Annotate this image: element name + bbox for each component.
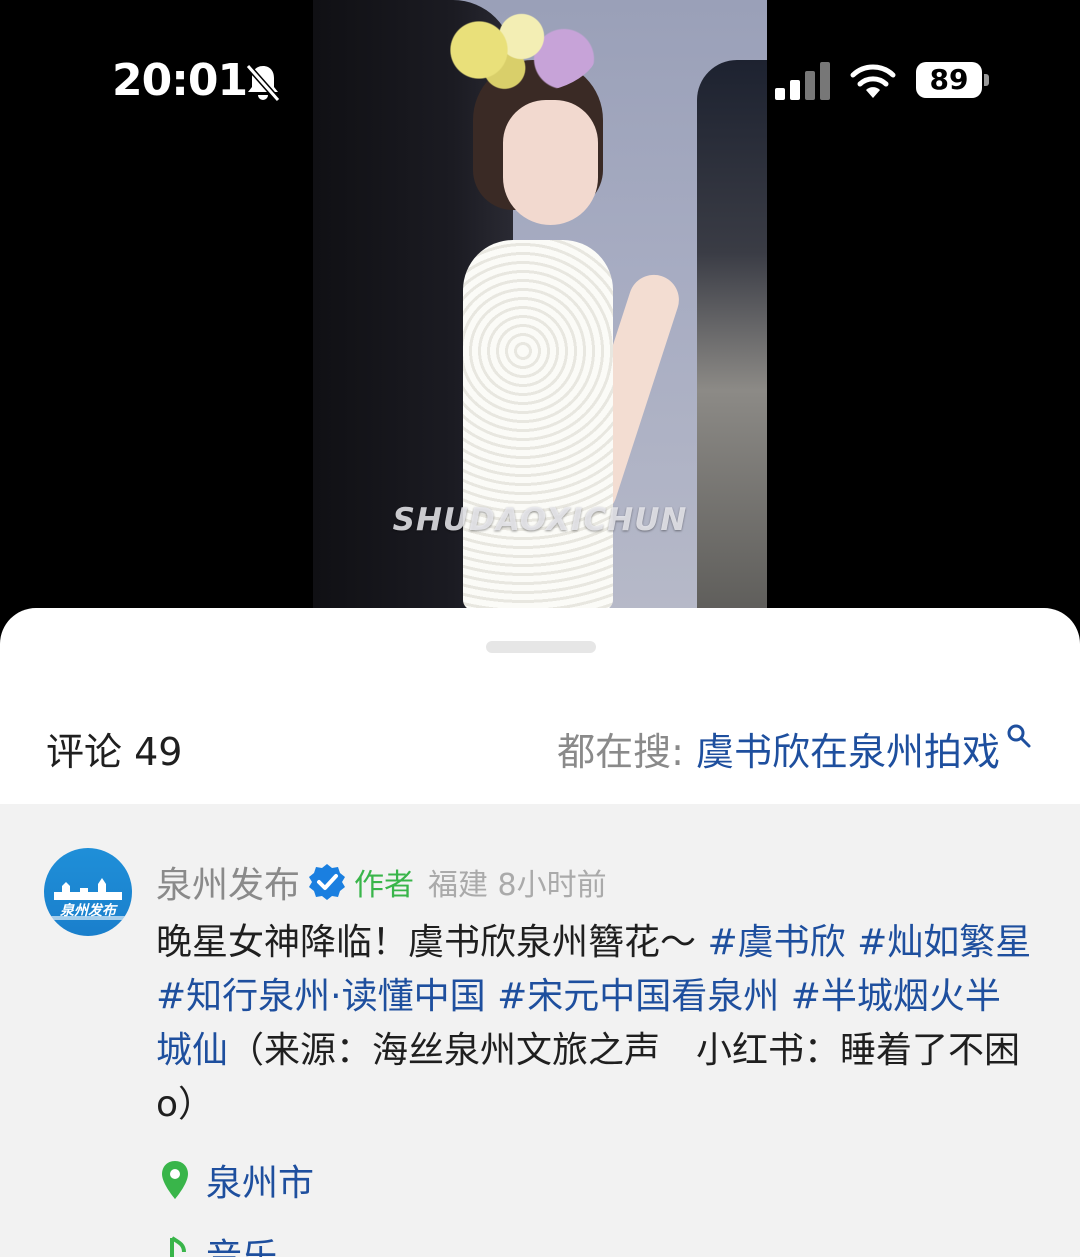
photo-dress (463, 240, 613, 610)
trending-search-term[interactable]: 虞书欣在泉州拍戏 (696, 730, 1000, 774)
post-meta: 泉州发布 作者 福建 8小时前 (156, 856, 607, 906)
verified-badge-icon (309, 864, 346, 900)
account-name[interactable]: 泉州发布 (156, 865, 300, 906)
status-time: 20:01 (112, 55, 248, 106)
comment-sheet: 评论 49 都在搜: 虞书欣在泉州拍戏 泉州发布 泉州发布 作者 福建 8小时前 … (0, 608, 1080, 1257)
music-note-icon (170, 1236, 186, 1257)
post-text-segment (779, 976, 790, 1017)
hashtag-link[interactable]: #宋元中国看泉州 (497, 976, 779, 1017)
search-icon[interactable] (1006, 723, 1032, 749)
music-label[interactable]: 音乐 (206, 1237, 278, 1257)
post-text-segment: （来源：海丝泉州文旅之声 小红书：睡着了不困o） (156, 1030, 1021, 1125)
music-link[interactable]: 音乐 (160, 1228, 278, 1257)
signal-icon (775, 62, 830, 100)
photo-face (503, 100, 598, 225)
post-text-segment (846, 922, 857, 963)
hashtag-link[interactable]: #虞书欣 (707, 922, 845, 963)
trending-search-link[interactable]: 都在搜: 虞书欣在泉州拍戏 (557, 721, 1032, 776)
trending-search-prefix: 都在搜: (557, 730, 696, 774)
photo-flower-crown (428, 5, 598, 95)
wifi-icon (850, 64, 896, 98)
comment-count-title: 评论 49 (46, 730, 183, 774)
video-watermark: SHUDAOXICHUN (392, 502, 688, 538)
city-skyline-icon (54, 878, 122, 900)
avatar[interactable]: 泉州发布 (44, 848, 132, 936)
location-pin-icon (162, 1161, 188, 1199)
location-link[interactable]: 泉州市 (160, 1154, 314, 1204)
hashtag-link[interactable]: #知行泉州·读懂中国 (156, 976, 486, 1017)
video-frame[interactable]: SHUDAOXICHUN (313, 0, 767, 610)
avatar-wave-band (44, 916, 132, 920)
author-badge: 作者 (354, 868, 415, 903)
bell-slash-icon (245, 64, 281, 102)
battery-cap (984, 74, 989, 86)
author-post: 泉州发布 泉州发布 作者 福建 8小时前 晚星女神降临！虞书欣泉州簪花～ #虞书欣… (0, 804, 1080, 1257)
post-text-segment: 晚星女神降临！虞书欣泉州簪花～ (156, 922, 708, 963)
battery-icon: 89 (916, 62, 990, 98)
battery-level: 89 (929, 63, 969, 96)
post-text: 晚星女神降临！虞书欣泉州簪花～ #虞书欣 #灿如繁星 #知行泉州·读懂中国 #宋… (156, 916, 1036, 1132)
post-text-segment (486, 976, 497, 1017)
hashtag-link[interactable]: #灿如繁星 (857, 922, 1031, 963)
post-location-time: 福建 8小时前 (428, 868, 607, 903)
location-label[interactable]: 泉州市 (206, 1163, 314, 1204)
sheet-drag-handle[interactable] (486, 641, 596, 653)
